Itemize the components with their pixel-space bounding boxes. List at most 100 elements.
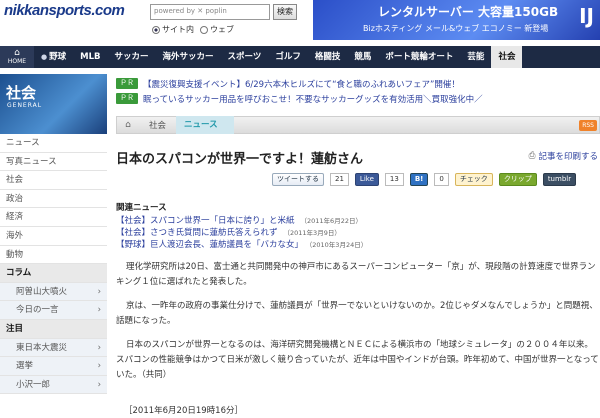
sidebar-item-society[interactable]: 社会 [0, 171, 107, 190]
site-logo[interactable]: nikkansports.com [4, 2, 125, 19]
chevron-right-icon: › [97, 379, 101, 390]
pr-badge: ＰＲ [116, 93, 138, 104]
site-header: nikkansports.com powered by ✕ poplin 検索 … [0, 0, 600, 44]
chevron-right-icon: › [97, 342, 101, 353]
sidebar-heading-focus: 注目 [0, 319, 107, 339]
like-count: 13 [384, 173, 404, 186]
breadcrumb-current: ニュース [176, 116, 234, 134]
nav-label: MLB [80, 52, 101, 62]
nav-label: サッカー [114, 52, 149, 62]
ad-banner[interactable]: レンタルサーバー 大容量150GB Bizホスティング メール&ウェブ エコノミ… [313, 0, 600, 40]
sidebar-item-politics[interactable]: 政治 [0, 190, 107, 209]
sidebar-item-economy[interactable]: 経済 [0, 208, 107, 227]
pr-row: ＰＲ 眠っているサッカー用品を呼びおこせ！不要なサッカーグッズを有効活用＼買取強… [116, 91, 600, 106]
nav-item-soccer[interactable]: サッカー [107, 46, 155, 68]
nav-item-baseball[interactable]: ● 野球 [34, 46, 73, 68]
nav-label: 格闘技 [314, 52, 341, 62]
nav-item-golf[interactable]: ゴルフ [268, 46, 308, 68]
article-body: 理化学研究所は20日、富士通と共同開発中の神戸市にあるスーパーコンピューター「京… [116, 260, 600, 392]
nav-item-world-soccer[interactable]: 海外サッカー [156, 46, 221, 68]
radio-site[interactable]: サイト内 [152, 24, 194, 35]
ad-banner-brand: IJ [579, 4, 594, 28]
related-list: 【社会】スパコン世界一「日本に誇り」と米紙 （2011年6月22日） 【社会】さつ… [116, 215, 367, 251]
print-label: 記事を印刷する [538, 152, 598, 162]
nav-label: ゴルフ [275, 52, 301, 62]
sidebar-list: ニュース 写真ニュース 社会 政治 経済 海外 動物 コラム 阿曽山大噴火 › 今… [0, 134, 107, 395]
sidebar-item-animals[interactable]: 動物 [0, 246, 107, 265]
nav-home[interactable]: ⌂ HOME [0, 46, 34, 68]
nav-label: 社会 [498, 52, 516, 62]
chevron-right-icon: › [97, 286, 101, 297]
nav-item-boat[interactable]: ボート競輪オート [378, 46, 460, 68]
printer-icon: ⎙ [528, 151, 536, 161]
ad-banner-sub: Bizホスティング メール&ウェブ エコノミー 新登場 [363, 24, 549, 33]
home-icon: ⌂ [14, 48, 20, 58]
search-input[interactable]: powered by ✕ poplin [150, 4, 270, 20]
nav-item-keiba[interactable]: 競馬 [347, 46, 378, 68]
radio-selected-icon [152, 25, 160, 34]
clip-button[interactable]: クリップ [498, 173, 537, 186]
sidebar-item-asoyama[interactable]: 阿曽山大噴火 › [0, 282, 107, 302]
breadcrumb: ⌂ 社会 ニュース RSS [116, 116, 600, 134]
nav-label: 野球 [49, 52, 67, 62]
home-icon[interactable]: ⌂ [117, 120, 139, 130]
pr-badge: ＰＲ [116, 78, 138, 89]
search-scope: サイト内 ウェブ [152, 24, 234, 35]
mixi-check-button[interactable]: チェック [454, 173, 493, 186]
related-link[interactable]: 【社会】スパコン世界一「日本に誇り」と米紙 [116, 216, 295, 226]
sidebar-item-news[interactable]: ニュース [0, 134, 107, 153]
related-item: 【社会】スパコン世界一「日本に誇り」と米紙 （2011年6月22日） [116, 215, 367, 227]
chevron-right-icon: › [97, 305, 101, 316]
print-link[interactable]: ⎙ 記事を印刷する [529, 150, 598, 162]
radio-web[interactable]: ウェブ [200, 24, 234, 35]
chevron-right-icon: › [97, 361, 101, 372]
facebook-like-button[interactable]: Like [354, 173, 379, 186]
nav-label: 芸能 [467, 52, 485, 62]
main-content: ＰＲ 【震災復興支援イベント】6/29六本木ヒルズにて“食と職のふれあいフェア”… [116, 76, 600, 418]
sidebar-title: 社会 [6, 84, 37, 102]
sidebar-heading-column: コラム [0, 264, 107, 283]
social-buttons: ツイートする 21 Like 13 B! 0 チェック クリップ tumblr [272, 173, 577, 186]
nav-item-mlb[interactable]: MLB [73, 46, 107, 68]
hatena-count: 0 [434, 173, 449, 186]
ball-icon: ● [41, 53, 48, 61]
sidebar-item-photo-news[interactable]: 写真ニュース [0, 153, 107, 172]
nav-item-fighting[interactable]: 格闘技 [308, 46, 348, 68]
related-link[interactable]: 【社会】さつき氏質問に蓮舫氏答えられず [116, 228, 278, 238]
article-paragraph: 日本のスパコンが世界一となるのは、海洋研究開発機構とＮＥＣによる横浜市の「地球シ… [116, 340, 599, 380]
sidebar-item-label: 東日本大震災 [16, 342, 68, 353]
rss-icon[interactable]: RSS [579, 120, 597, 131]
radio-empty-icon [200, 25, 208, 34]
nav-item-sports[interactable]: スポーツ [221, 46, 269, 68]
related-date: （2011年3月9日） [283, 229, 341, 237]
tweet-count: 21 [330, 173, 349, 186]
pr-link[interactable]: 【震災復興支援イベント】6/29六本木ヒルズにて“食と職のふれあいフェア”開催！ [143, 78, 460, 90]
search-button[interactable]: 検索 [273, 4, 297, 20]
article-timestamp: ［2011年6月20日19時16分］ [124, 406, 243, 416]
nav-label: ボート競輪オート [385, 52, 454, 62]
sidebar-item-todays-word[interactable]: 今日の一言 › [0, 301, 107, 320]
nav-item-entertainment[interactable]: 芸能 [460, 46, 491, 68]
nav-label: 競馬 [354, 52, 372, 62]
ad-banner-main: レンタルサーバー 大容量150GB [378, 5, 559, 19]
sidebar-item-ozawa[interactable]: 小沢一郎 › [0, 375, 107, 395]
related-heading: 関連ニュース [116, 203, 167, 213]
tweet-button[interactable]: ツイートする [272, 173, 324, 186]
sidebar-item-overseas[interactable]: 海外 [0, 227, 107, 246]
main-nav: ⌂ HOME ● 野球 MLB サッカー 海外サッカー スポーツ ゴルフ 格闘技 … [0, 46, 600, 68]
hatena-bookmark-button[interactable]: B! [409, 173, 429, 186]
tumblr-button[interactable]: tumblr [542, 173, 577, 186]
nav-label: 海外サッカー [162, 52, 214, 62]
sidebar-item-label: 阿曽山大噴火 [16, 286, 68, 297]
related-link[interactable]: 【野球】巨人渡辺会長、蓮舫議員を「バカな女」 [116, 240, 303, 250]
sidebar-item-election[interactable]: 選挙 › [0, 357, 107, 376]
sidebar-subtitle: GENERAL [7, 102, 43, 109]
nav-item-society[interactable]: 社会 [491, 46, 523, 68]
sidebar-item-earthquake[interactable]: 東日本大震災 › [0, 338, 107, 358]
related-date: （2011年6月22日） [300, 217, 362, 225]
sidebar: 社会 GENERAL ニュース 写真ニュース 社会 政治 経済 海外 動物 コラ… [0, 74, 107, 418]
radio-site-label: サイト内 [162, 25, 194, 34]
breadcrumb-section[interactable]: 社会 [139, 119, 176, 131]
pr-link[interactable]: 眠っているサッカー用品を呼びおこせ！不要なサッカーグッズを有効活用＼買取強化中／ [143, 93, 483, 105]
sidebar-item-label: 小沢一郎 [16, 379, 51, 390]
